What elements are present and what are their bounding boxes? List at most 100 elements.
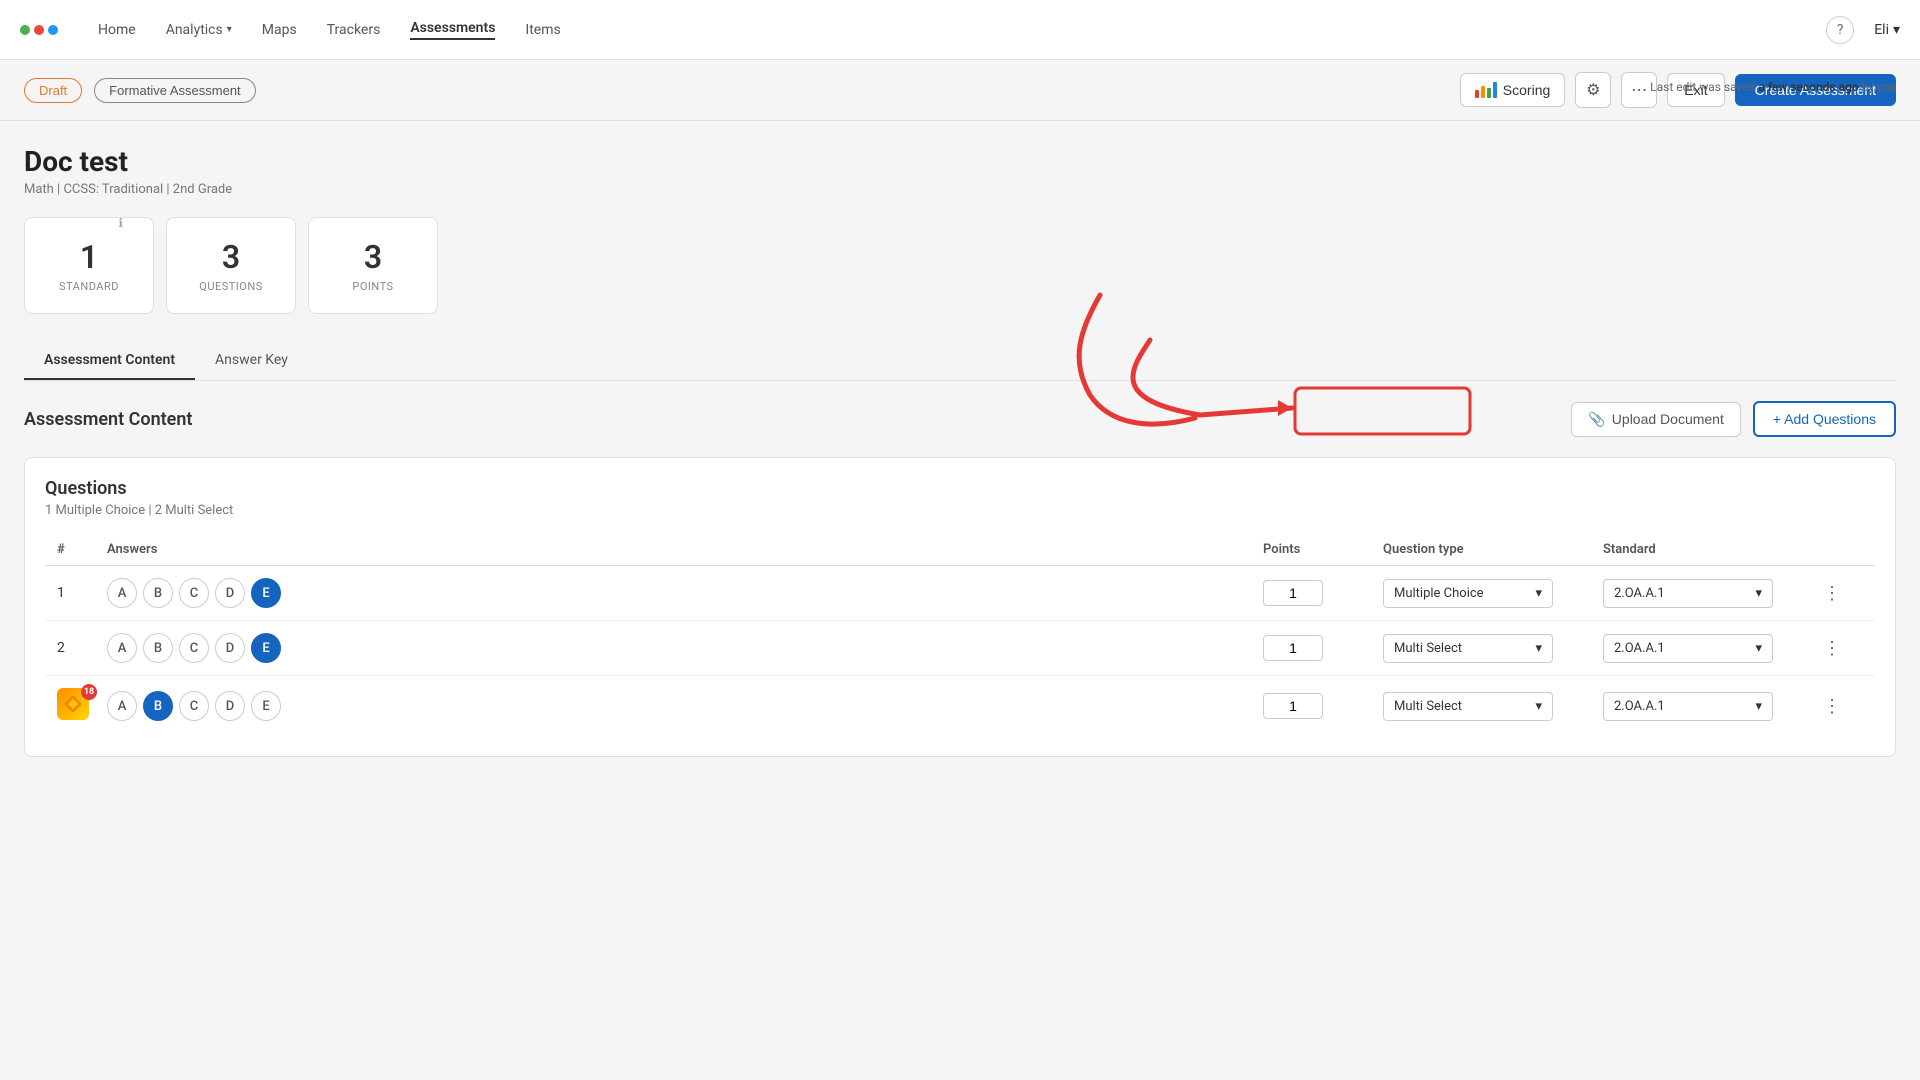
questions-box: Questions 1 Multiple Choice | 2 Multi Se… xyxy=(24,457,1896,757)
row3-num-area: 18 xyxy=(57,688,107,724)
stat-num-questions: 3 xyxy=(197,238,265,276)
logo-dot-3 xyxy=(48,25,58,35)
answer-D[interactable]: D xyxy=(215,691,245,721)
paperclip-icon: 📎 xyxy=(1588,411,1605,428)
type-dropdown-row3[interactable]: Multi Select ▾ xyxy=(1383,692,1553,721)
nav-right: ? Eli ▾ xyxy=(1826,16,1900,44)
answer-C[interactable]: C xyxy=(179,633,209,663)
answer-A[interactable]: A xyxy=(107,691,137,721)
nav-home[interactable]: Home xyxy=(98,22,136,38)
answer-E-selected[interactable]: E xyxy=(251,633,281,663)
gear-icon: ⚙ xyxy=(1586,80,1600,100)
row3-avatar-icon: 18 xyxy=(57,688,93,724)
dropdown-chevron-icon: ▾ xyxy=(1535,699,1542,714)
dropdown-chevron-icon: ▾ xyxy=(1535,586,1542,601)
dropdown-chevron-icon: ▾ xyxy=(1755,641,1762,656)
row-num: 1 xyxy=(57,585,107,601)
draft-badge[interactable]: Draft xyxy=(24,78,82,103)
analytics-chevron-icon: ▾ xyxy=(227,24,232,35)
stat-card-standard: ℹ 1 STANDARD xyxy=(24,217,154,314)
toolbar: Draft Formative Assessment Scoring ⚙ ⋯ E… xyxy=(0,60,1920,121)
scoring-button[interactable]: Scoring xyxy=(1460,73,1565,107)
answers-row1: A B C D E xyxy=(107,578,1263,608)
answer-E[interactable]: E xyxy=(251,691,281,721)
info-icon[interactable]: ℹ xyxy=(118,216,123,230)
stat-num-points: 3 xyxy=(339,238,407,276)
more-options-row2[interactable]: ⋮ xyxy=(1823,638,1863,659)
nav-trackers[interactable]: Trackers xyxy=(327,22,381,38)
answers-row2: A B C D E xyxy=(107,633,1263,663)
settings-button[interactable]: ⚙ xyxy=(1575,72,1611,108)
stat-label-standard: STANDARD xyxy=(55,280,123,293)
content-header: Assessment Content 📎 Upload Document + A… xyxy=(24,401,1896,437)
logo xyxy=(20,25,58,35)
col-points: Points xyxy=(1263,542,1383,557)
more-options-row1[interactable]: ⋮ xyxy=(1823,583,1863,604)
table-row: 18 A B C D E Multi Select ▾ 2.OA.A.1 ▾ ⋮ xyxy=(45,676,1875,736)
upload-document-button[interactable]: 📎 Upload Document xyxy=(1571,402,1741,437)
add-questions-button[interactable]: + Add Questions xyxy=(1753,401,1896,437)
user-chevron-icon: ▾ xyxy=(1893,22,1900,38)
content-section-title: Assessment Content xyxy=(24,409,192,430)
col-type: Question type xyxy=(1383,542,1603,557)
stat-card-questions: 3 QUESTIONS xyxy=(166,217,296,314)
user-menu[interactable]: Eli ▾ xyxy=(1874,22,1900,38)
diamond-svg xyxy=(63,694,83,714)
row3-badge: 18 xyxy=(81,684,97,700)
points-input-row2[interactable] xyxy=(1263,635,1323,661)
standard-dropdown-row3[interactable]: 2.OA.A.1 ▾ xyxy=(1603,692,1773,721)
table-header: # Answers Points Question type Standard xyxy=(45,534,1875,566)
more-options-row3[interactable]: ⋮ xyxy=(1823,696,1863,717)
table-row: 2 A B C D E Multi Select ▾ 2.OA.A.1 ▾ ⋮ xyxy=(45,621,1875,676)
answer-B-selected[interactable]: B xyxy=(143,691,173,721)
top-navigation: Home Analytics ▾ Maps Trackers Assessmen… xyxy=(0,0,1920,60)
answer-E-selected[interactable]: E xyxy=(251,578,281,608)
answer-B[interactable]: B xyxy=(143,633,173,663)
nav-analytics[interactable]: Analytics ▾ xyxy=(166,22,232,38)
answer-D[interactable]: D xyxy=(215,633,245,663)
points-input-row1[interactable] xyxy=(1263,580,1323,606)
standard-dropdown-row2[interactable]: 2.OA.A.1 ▾ xyxy=(1603,634,1773,663)
dropdown-chevron-icon: ▾ xyxy=(1755,586,1762,601)
type-dropdown-row2[interactable]: Multi Select ▾ xyxy=(1383,634,1553,663)
ellipsis-icon: ⋯ xyxy=(1631,80,1647,100)
answer-C[interactable]: C xyxy=(179,578,209,608)
logo-dot-1 xyxy=(20,25,30,35)
tab-assessment-content[interactable]: Assessment Content xyxy=(24,342,195,380)
nav-maps[interactable]: Maps xyxy=(262,22,297,38)
add-questions-container: + Add Questions xyxy=(1753,401,1896,437)
type-dropdown-row1[interactable]: Multiple Choice ▾ xyxy=(1383,579,1553,608)
dropdown-chevron-icon: ▾ xyxy=(1755,699,1762,714)
tab-bar: Assessment Content Answer Key xyxy=(24,342,1896,381)
document-meta: Math | CCSS: Traditional | 2nd Grade xyxy=(24,182,1896,197)
answer-D[interactable]: D xyxy=(215,578,245,608)
stat-num-standard: 1 xyxy=(55,238,123,276)
points-input-row3[interactable] xyxy=(1263,693,1323,719)
tab-answer-key[interactable]: Answer Key xyxy=(195,342,308,380)
nav-assessments[interactable]: Assessments xyxy=(410,20,495,40)
dropdown-chevron-icon: ▾ xyxy=(1535,641,1542,656)
answers-row3: A B C D E xyxy=(107,691,1263,721)
answer-A[interactable]: A xyxy=(107,578,137,608)
row-num: 2 xyxy=(57,640,107,656)
col-standard: Standard xyxy=(1603,542,1823,557)
content-actions: 📎 Upload Document + Add Questions xyxy=(1571,401,1896,437)
stat-cards: ℹ 1 STANDARD 3 QUESTIONS 3 POINTS xyxy=(24,217,1896,314)
logo-dot-2 xyxy=(34,25,44,35)
table-row: 1 A B C D E Multiple Choice ▾ 2.OA.A.1 ▾… xyxy=(45,566,1875,621)
scoring-chart-icon xyxy=(1475,82,1497,98)
col-num: # xyxy=(57,542,107,557)
stat-label-points: POINTS xyxy=(339,280,407,293)
questions-title: Questions xyxy=(45,478,1875,499)
last-edit-text: Last edit was saved a few seconds ago by… xyxy=(1650,80,1896,94)
formative-badge[interactable]: Formative Assessment xyxy=(94,78,256,103)
main-content: Doc test Math | CCSS: Traditional | 2nd … xyxy=(0,121,1920,781)
standard-dropdown-row1[interactable]: 2.OA.A.1 ▾ xyxy=(1603,579,1773,608)
answer-A[interactable]: A xyxy=(107,633,137,663)
nav-items[interactable]: Items xyxy=(525,22,560,38)
answer-B[interactable]: B xyxy=(143,578,173,608)
stat-card-points: 3 POINTS xyxy=(308,217,438,314)
help-button[interactable]: ? xyxy=(1826,16,1854,44)
answer-C[interactable]: C xyxy=(179,691,209,721)
document-title: Doc test xyxy=(24,145,1896,178)
